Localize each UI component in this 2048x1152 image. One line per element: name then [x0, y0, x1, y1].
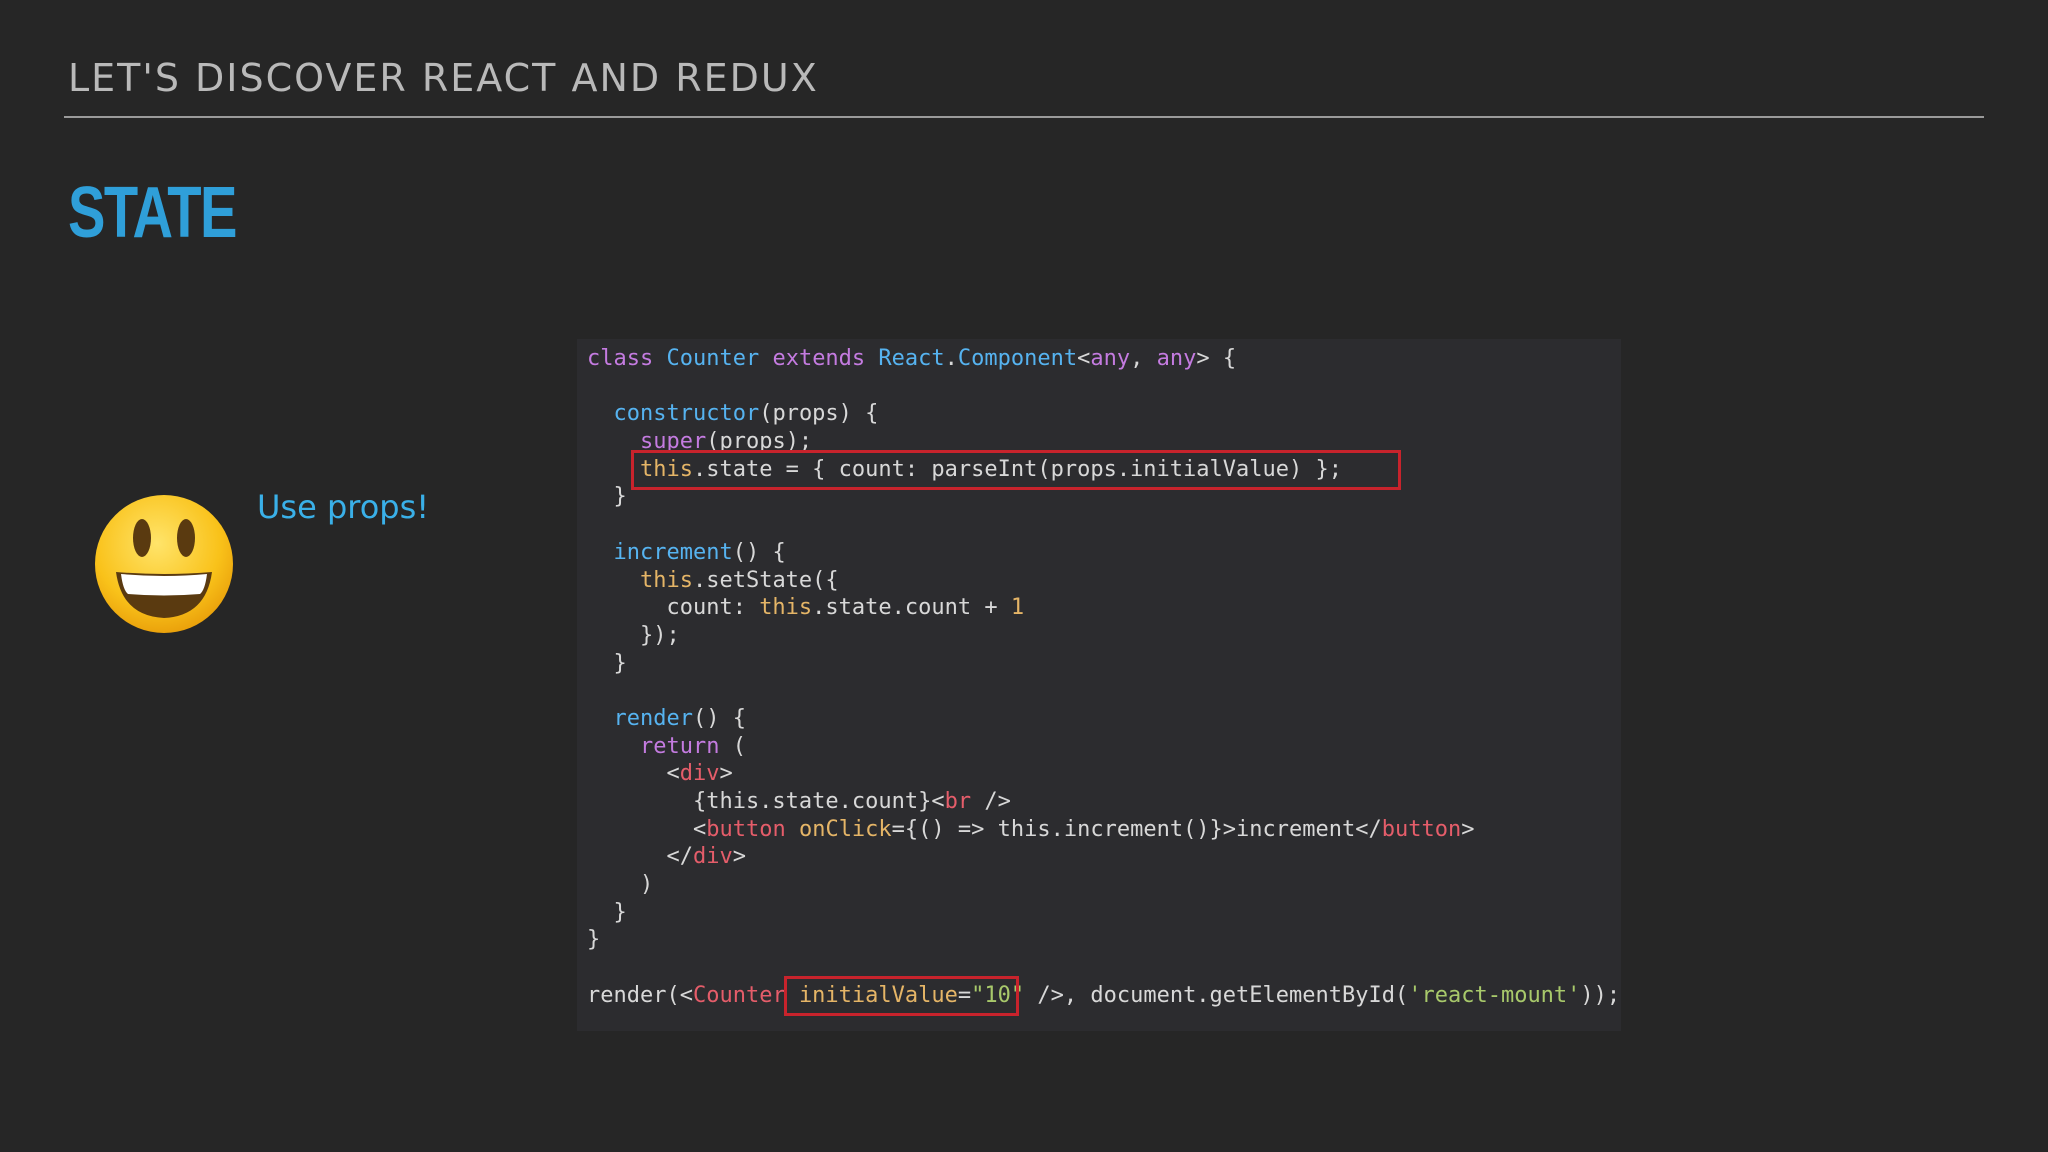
code-line: constructor(props) { — [613, 401, 879, 427]
code-block: class Counter extends React.Component<an… — [587, 345, 1620, 1010]
code-line: render(<Counter initialValue="10" />, do… — [587, 982, 1621, 1008]
code-line: increment() { — [613, 539, 786, 565]
code-line: return ( — [639, 733, 746, 759]
header-title: LET'S DISCOVER REACT AND REDUX — [68, 56, 819, 100]
highlight-initial-value-prop — [784, 976, 1019, 1016]
header-divider — [64, 116, 1984, 118]
slide: LET'S DISCOVER REACT AND REDUX STATE Use… — [0, 0, 2048, 1152]
code-line: <button onClick={() => this.increment()}… — [587, 816, 1475, 842]
highlight-state-init — [631, 450, 1401, 490]
code-line: ) — [587, 872, 654, 898]
code-line: } — [587, 899, 627, 925]
code-line: <div> — [587, 761, 733, 787]
code-line: this.setState({ — [639, 567, 839, 593]
code-line: } — [587, 650, 627, 676]
code-line: }); — [587, 622, 680, 648]
code-line: </div> — [587, 844, 746, 870]
slide-title: STATE — [68, 173, 238, 253]
use-props-note: Use props! — [257, 488, 430, 526]
code-line: render() { — [613, 705, 746, 731]
code-line: } — [587, 927, 601, 953]
code-line: count: this.state.count + 1 — [587, 595, 1025, 621]
code-line: {this.state.count}<br /> — [587, 789, 1011, 814]
code-line: class Counter extends React.Component<an… — [587, 346, 1237, 371]
smiley-face-icon — [95, 495, 233, 633]
code-panel: class Counter extends React.Component<an… — [577, 339, 1621, 1031]
